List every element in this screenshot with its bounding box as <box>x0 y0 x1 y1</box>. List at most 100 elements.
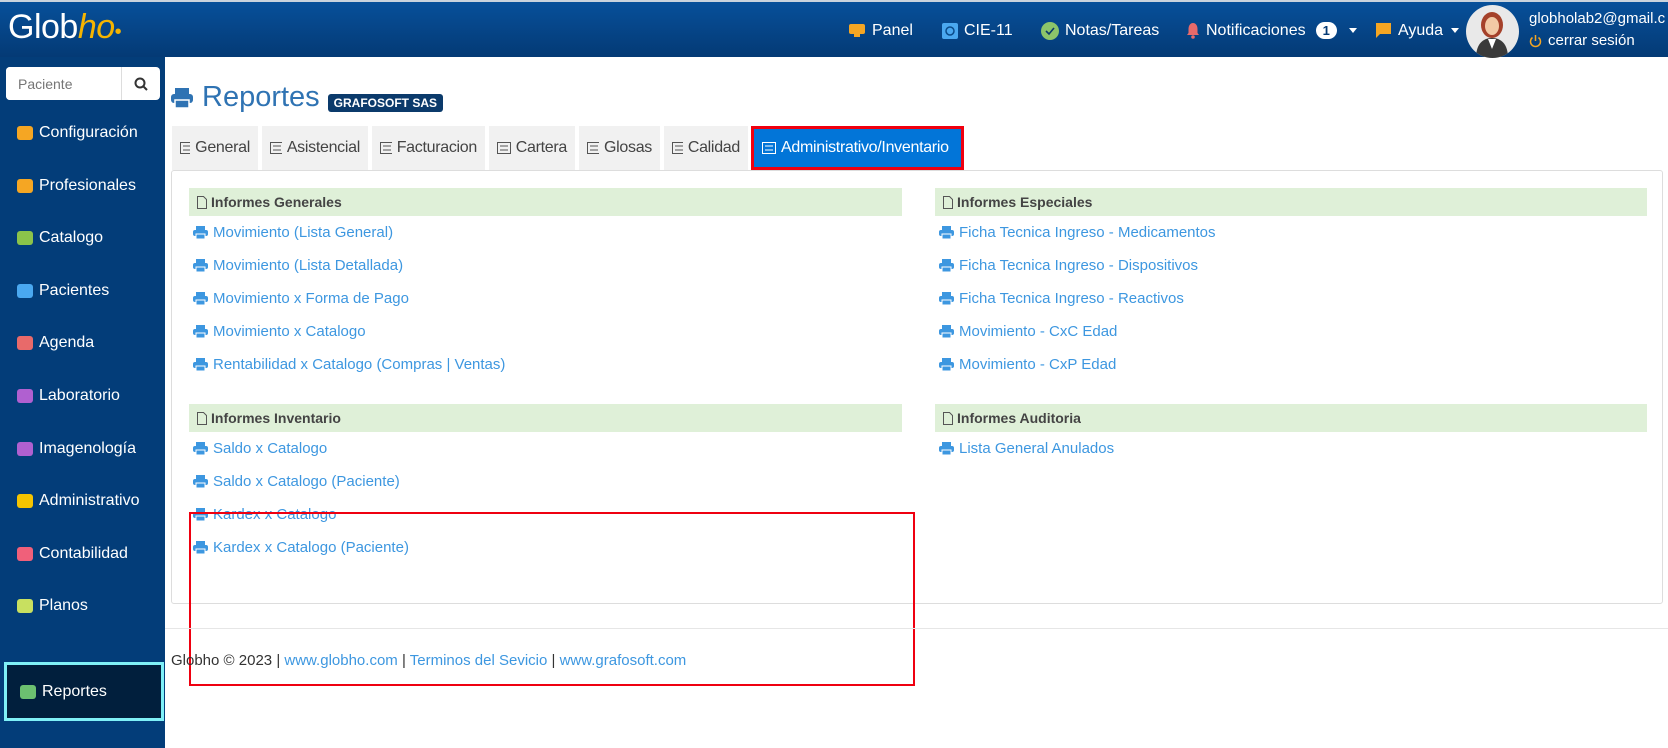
report-link[interactable]: Saldo x Catalogo (Paciente) <box>193 473 400 490</box>
separator: | <box>276 652 281 669</box>
report-link-label: Movimiento (Lista General) <box>213 224 394 241</box>
logo-accent: ho <box>77 8 115 46</box>
nav-label: Panel <box>872 21 913 39</box>
nav-label: Notas/Tareas <box>1065 21 1160 39</box>
sidebar-item-configuracion[interactable]: Configuración <box>4 105 164 161</box>
tab-asistencial[interactable]: Asistencial <box>262 126 368 170</box>
chevron-down-icon <box>1348 28 1357 33</box>
sidebar-item-imagenologia[interactable]: Imagenología <box>4 421 164 477</box>
sidebar-item-label: Pacientes <box>39 281 110 299</box>
sidebar-item-pacientes[interactable]: Pacientes <box>4 263 164 319</box>
top-navbar: Globho• Panel CIE-11 Notas/Tareas Notifi… <box>0 0 1668 59</box>
patient-search-input[interactable] <box>6 67 122 100</box>
nav-label: Ayuda <box>1398 21 1444 39</box>
nav-ayuda[interactable]: Ayuda <box>1375 2 1460 59</box>
nav-label: Notificaciones <box>1206 21 1306 39</box>
page-title-text: Reportes <box>202 81 320 113</box>
section-title: Informes Inventario <box>211 410 341 426</box>
copyright: Globho © 2023 <box>171 652 273 669</box>
tab-calidad[interactable]: Calidad <box>664 126 748 170</box>
tab-label: Cartera <box>515 139 568 156</box>
report-link[interactable]: Rentabilidad x Catalogo (Compras | Venta… <box>193 356 505 373</box>
report-link-label: Movimiento (Lista Detallada) <box>213 257 404 274</box>
report-link[interactable]: Ficha Tecnica Ingreso - Dispositivos <box>939 257 1198 274</box>
report-link[interactable]: Movimiento - CxP Edad <box>939 356 1116 373</box>
report-link-label: Rentabilidad x Catalogo (Compras | Venta… <box>213 356 506 373</box>
tab-administrativo-inventario[interactable]: Administrativo/Inventario <box>751 126 964 170</box>
tab-label: Calidad <box>687 139 740 156</box>
sidebar-item-laboratorio[interactable]: Laboratorio <box>4 368 164 424</box>
printer-icon <box>939 292 954 305</box>
report-link[interactable]: Lista General Anulados <box>939 440 1114 457</box>
calendar-icon <box>17 336 33 351</box>
chevron-down-icon <box>1451 28 1460 33</box>
list-card-icon <box>497 142 511 154</box>
tab-label: Facturacion <box>396 139 478 156</box>
tab-general[interactable]: General <box>172 126 258 170</box>
sidebar-item-label: Administrativo <box>39 492 140 510</box>
section-header: Informes Generales <box>189 188 902 216</box>
section-title: Informes Auditoria <box>957 410 1081 426</box>
sidebar-item-profesionales[interactable]: Profesionales <box>4 158 164 214</box>
nav-notificaciones[interactable]: Notificaciones 1 <box>1186 2 1357 59</box>
logo[interactable]: Globho• <box>8 8 122 47</box>
sidebar-item-catalogo[interactable]: Catalogo <box>4 210 164 266</box>
logo-text: Glob <box>8 8 78 46</box>
tab-cartera[interactable]: Cartera <box>489 126 575 170</box>
report-link[interactable]: Ficha Tecnica Ingreso - Reactivos <box>939 290 1184 307</box>
tab-glosas[interactable]: Glosas <box>579 126 660 170</box>
sidebar-item-contabilidad[interactable]: Contabilidad <box>4 526 164 582</box>
grid-icon <box>17 494 33 509</box>
reports-panel: Informes Generales Movimiento (Lista Gene… <box>171 170 1663 686</box>
notification-count-badge: 1 <box>1315 22 1337 39</box>
nav-panel[interactable]: Panel <box>848 2 913 59</box>
sidebar-item-label: Laboratorio <box>39 387 120 404</box>
report-link[interactable]: Movimiento (Lista General) <box>193 224 393 241</box>
gear-icon <box>17 126 33 140</box>
sidebar-item-administrativo[interactable]: Administrativo <box>4 473 164 529</box>
report-link[interactable]: Ficha Tecnica Ingreso - Medicamentos <box>939 224 1216 241</box>
bell-icon <box>1187 23 1199 39</box>
list-card-icon <box>672 142 683 154</box>
printer-icon <box>193 292 208 305</box>
search-button[interactable] <box>122 67 160 100</box>
list-card-icon <box>270 142 282 154</box>
printer-icon <box>939 358 954 371</box>
nav-cie11[interactable]: CIE-11 <box>942 2 1013 59</box>
power-icon <box>1529 34 1542 47</box>
check-circle-icon <box>1041 21 1059 40</box>
tab-facturacion[interactable]: Facturacion <box>372 126 485 170</box>
printer-icon <box>20 684 36 699</box>
report-link-label: Saldo x Catalogo <box>213 440 328 457</box>
sidebar-item-planos[interactable]: Planos <box>4 578 164 634</box>
drop-icon <box>17 389 33 403</box>
tab-label: Asistencial <box>286 139 360 156</box>
logout-link[interactable]: cerrar sesión <box>1529 32 1635 49</box>
main-content: Reportes GRAFOSOFT SAS General Asistencia… <box>165 57 1668 748</box>
report-link[interactable]: Saldo x Catalogo <box>193 440 327 457</box>
report-link[interactable]: Movimiento - CxC Edad <box>939 323 1117 340</box>
section-header: Informes Especiales <box>935 188 1647 216</box>
report-link-label: Movimiento x Forma de Pago <box>213 290 409 307</box>
sidebar-item-label: Catalogo <box>39 229 104 247</box>
user-circle-icon <box>17 283 33 298</box>
footer: Globho © 2023 | www.globho.com | Termino… <box>171 652 686 669</box>
avatar[interactable] <box>1466 5 1519 58</box>
chat-icon <box>1376 23 1391 38</box>
list-card-icon <box>587 142 599 154</box>
footer-link-grafosoft[interactable]: www.grafosoft.com <box>560 652 687 669</box>
footer-link-globho[interactable]: www.globho.com <box>284 652 397 669</box>
report-link[interactable]: Movimiento x Catalogo <box>193 323 366 340</box>
report-link[interactable]: Movimiento (Lista Detallada) <box>193 257 403 274</box>
section-title: Informes Generales <box>211 194 342 210</box>
sidebar-item-agenda[interactable]: Agenda <box>4 315 164 371</box>
section-header: Informes Inventario <box>189 404 902 432</box>
report-link[interactable]: Movimiento x Forma de Pago <box>193 290 409 307</box>
sidebar-item-reportes[interactable]: Reportes <box>4 662 164 721</box>
printer-icon <box>939 226 954 239</box>
footer-link-terminos[interactable]: Terminos del Sevicio <box>410 652 548 669</box>
sidebar-item-label: Profesionales <box>39 176 136 194</box>
nav-notas-tareas[interactable]: Notas/Tareas <box>1041 2 1159 59</box>
report-link-label: Ficha Tecnica Ingreso - Dispositivos <box>959 257 1198 274</box>
file-zip-icon <box>17 599 33 614</box>
